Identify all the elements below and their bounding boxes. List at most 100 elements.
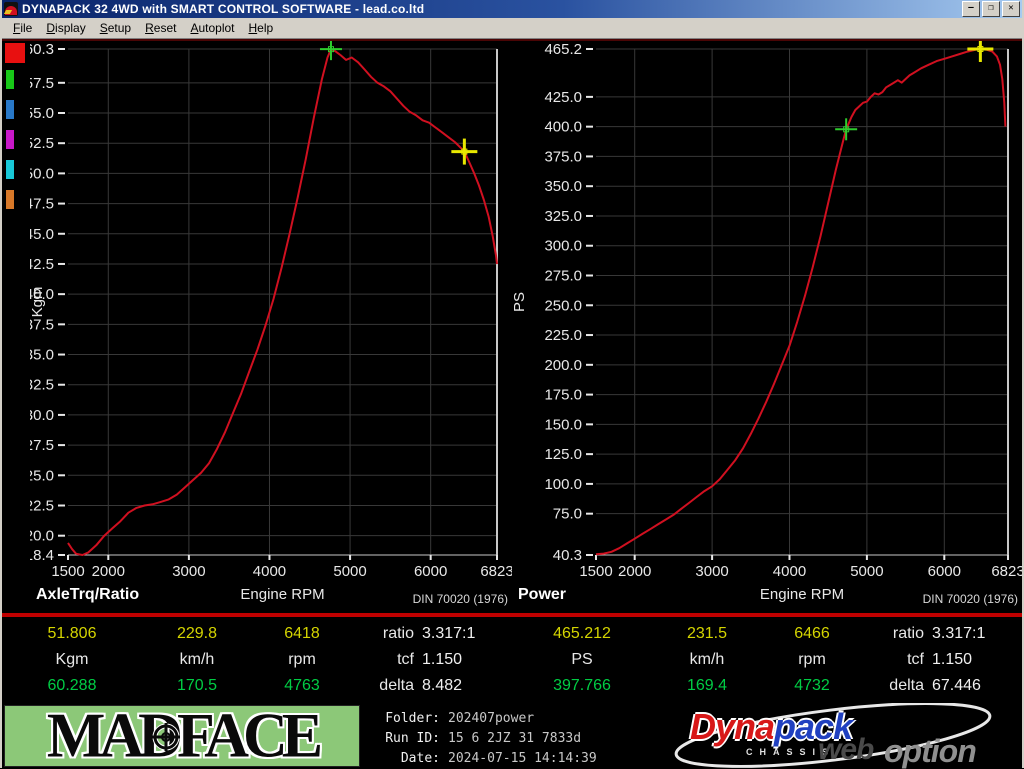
power-peak: 397.766 (553, 677, 611, 694)
rpm-peak: 4763 (284, 677, 320, 694)
x-tick-label: 1500 (51, 563, 84, 580)
weboption-logo-web: web (818, 733, 874, 766)
y-tick-label: 325.0 (544, 208, 582, 225)
run-swatch-magenta[interactable] (6, 130, 14, 149)
footer: MADFACE Folder: 202407power Run ID: 15 6… (2, 703, 1022, 769)
x-tick-label: 5000 (333, 563, 366, 580)
crosshair-target-icon (152, 723, 180, 751)
y-tick-label: 25.0 (30, 467, 54, 484)
x-tick-label: 3000 (172, 563, 205, 580)
y-tick-label: 275.0 (544, 268, 582, 285)
y-tick-label: 60.3 (30, 41, 54, 58)
window-title: DYNAPACK 32 4WD with SMART CONTROL SOFTW… (22, 2, 425, 16)
madface-logo: MADFACE (4, 705, 360, 767)
power-chart[interactable]: 465.2 425.0 400.0 375.0 350.0 325.0 300.0 275.0… (512, 41, 1022, 613)
y-axis-label: Kgm (30, 287, 46, 318)
delta-label: delta (379, 677, 414, 694)
menu-item-autoplot[interactable]: Autoplot (183, 19, 241, 37)
madface-logo-text: MADFACE (46, 705, 323, 767)
ratio-value: 3.317:1 (422, 625, 476, 642)
y-tick-label: 18.4 (30, 547, 54, 564)
power-readouts: 465.212 231.5 6466 ratio 3.317:1 PS km/h… (512, 621, 1022, 703)
date-label: Date: (400, 751, 440, 766)
x-tick-label: 6000 (414, 563, 447, 580)
chart-title: Power (518, 586, 566, 603)
run-info-row: Run ID: 15 6 2JZ 31 7833d (368, 731, 668, 746)
rpm-value: 6418 (284, 625, 320, 642)
run-swatch-red[interactable] (5, 43, 25, 63)
dynapack-logo: Dynapack CHASSIS web option (668, 703, 1022, 769)
y-tick-label: 225.0 (544, 327, 582, 344)
date-value: 2024-07-15 14:14:39 (448, 751, 597, 766)
standard-note: DIN 70020 (1976) (923, 592, 1018, 606)
ratio-label: ratio (382, 625, 414, 642)
run-swatch-orange[interactable] (6, 190, 14, 209)
y-tick-label: 375.0 (544, 148, 582, 165)
run-swatch-cyan[interactable] (6, 160, 14, 179)
folder-label: Folder: (385, 711, 440, 726)
y-tick-label: 75.0 (553, 506, 582, 523)
x-axis-label: Engine RPM (760, 586, 844, 603)
run-swatch-blue[interactable] (6, 100, 14, 119)
weboption-logo-option: option (884, 733, 977, 769)
menu-bar: File Display Setup Reset Autoplot Help (2, 18, 1022, 39)
delta-value: 67.446 (932, 677, 981, 694)
delta-label: delta (889, 677, 924, 694)
y-tick-label: 52.5 (30, 135, 54, 152)
speed-value: 229.8 (176, 625, 218, 642)
rpm-value: 6466 (794, 625, 830, 642)
menu-item-reset[interactable]: Reset (138, 19, 183, 37)
runid-value: 15 6 2JZ 31 7833d (448, 731, 582, 746)
y-tick-label: 22.5 (30, 497, 54, 514)
minimize-button[interactable]: – (962, 1, 980, 17)
y-tick-label: 100.0 (544, 476, 582, 493)
rpm-unit: rpm (798, 651, 826, 668)
menu-item-help[interactable]: Help (242, 19, 281, 37)
window-titlebar: DYNAPACK 32 4WD with SMART CONTROL SOFTW… (2, 0, 1022, 18)
speed-value: 231.5 (686, 625, 728, 642)
run-swatch-green[interactable] (6, 70, 14, 89)
tcf-label: tcf (907, 651, 924, 668)
torque-unit: Kgm (55, 651, 89, 668)
y-tick-label: 125.0 (544, 446, 582, 463)
speed-unit: km/h (689, 651, 725, 668)
power-unit: PS (571, 651, 593, 668)
y-tick-label: 150.0 (544, 416, 582, 433)
x-tick-label: 2000 (92, 563, 125, 580)
torque-chart[interactable]: 60.357.555.052.550.047.545.042.540.037.5… (30, 41, 512, 613)
restore-button[interactable]: ❐ (982, 1, 1000, 17)
folder-value: 202407power (448, 711, 535, 726)
x-tick-label: 2000 (618, 563, 651, 580)
close-button[interactable]: ✕ (1002, 1, 1020, 17)
chart-title: AxleTrq/Ratio (36, 586, 139, 603)
x-tick-label: 4000 (773, 563, 806, 580)
y-tick-label: 250.0 (544, 297, 582, 314)
x-tick-label: 6823 (991, 563, 1022, 580)
y-tick-label: 425.0 (544, 89, 582, 106)
dynapack-logo-dyna: Dyna (690, 706, 775, 747)
y-tick-label: 27.5 (30, 437, 54, 454)
x-tick-label: 5000 (850, 563, 883, 580)
x-tick-label: 1500 (579, 563, 612, 580)
run-info-row: Folder: 202407power (368, 711, 668, 726)
x-tick-label: 6823 (480, 563, 512, 580)
y-tick-label: 37.5 (30, 316, 54, 333)
torque-peak: 60.288 (47, 677, 97, 694)
ratio-value: 3.317:1 (932, 625, 986, 642)
y-tick-label: 200.0 (544, 357, 582, 374)
y-tick-label: 42.5 (30, 256, 54, 273)
menu-item-file[interactable]: File (6, 19, 39, 37)
tcf-value: 1.150 (422, 651, 463, 668)
speed-peak: 169.4 (686, 677, 728, 694)
menu-item-setup[interactable]: Setup (93, 19, 138, 37)
tcf-value: 1.150 (932, 651, 973, 668)
run-info-row: Date: 2024-07-15 14:14:39 (368, 751, 668, 766)
delta-value: 8.482 (422, 677, 463, 694)
y-tick-label: 20.0 (30, 528, 54, 545)
y-tick-label: 57.5 (30, 75, 54, 92)
x-axis-label: Engine RPM (240, 586, 324, 603)
y-tick-label: 55.0 (30, 105, 54, 122)
menu-item-display[interactable]: Display (39, 19, 92, 37)
y-tick-label: 32.5 (30, 377, 54, 394)
y-tick-label: 350.0 (544, 178, 582, 195)
